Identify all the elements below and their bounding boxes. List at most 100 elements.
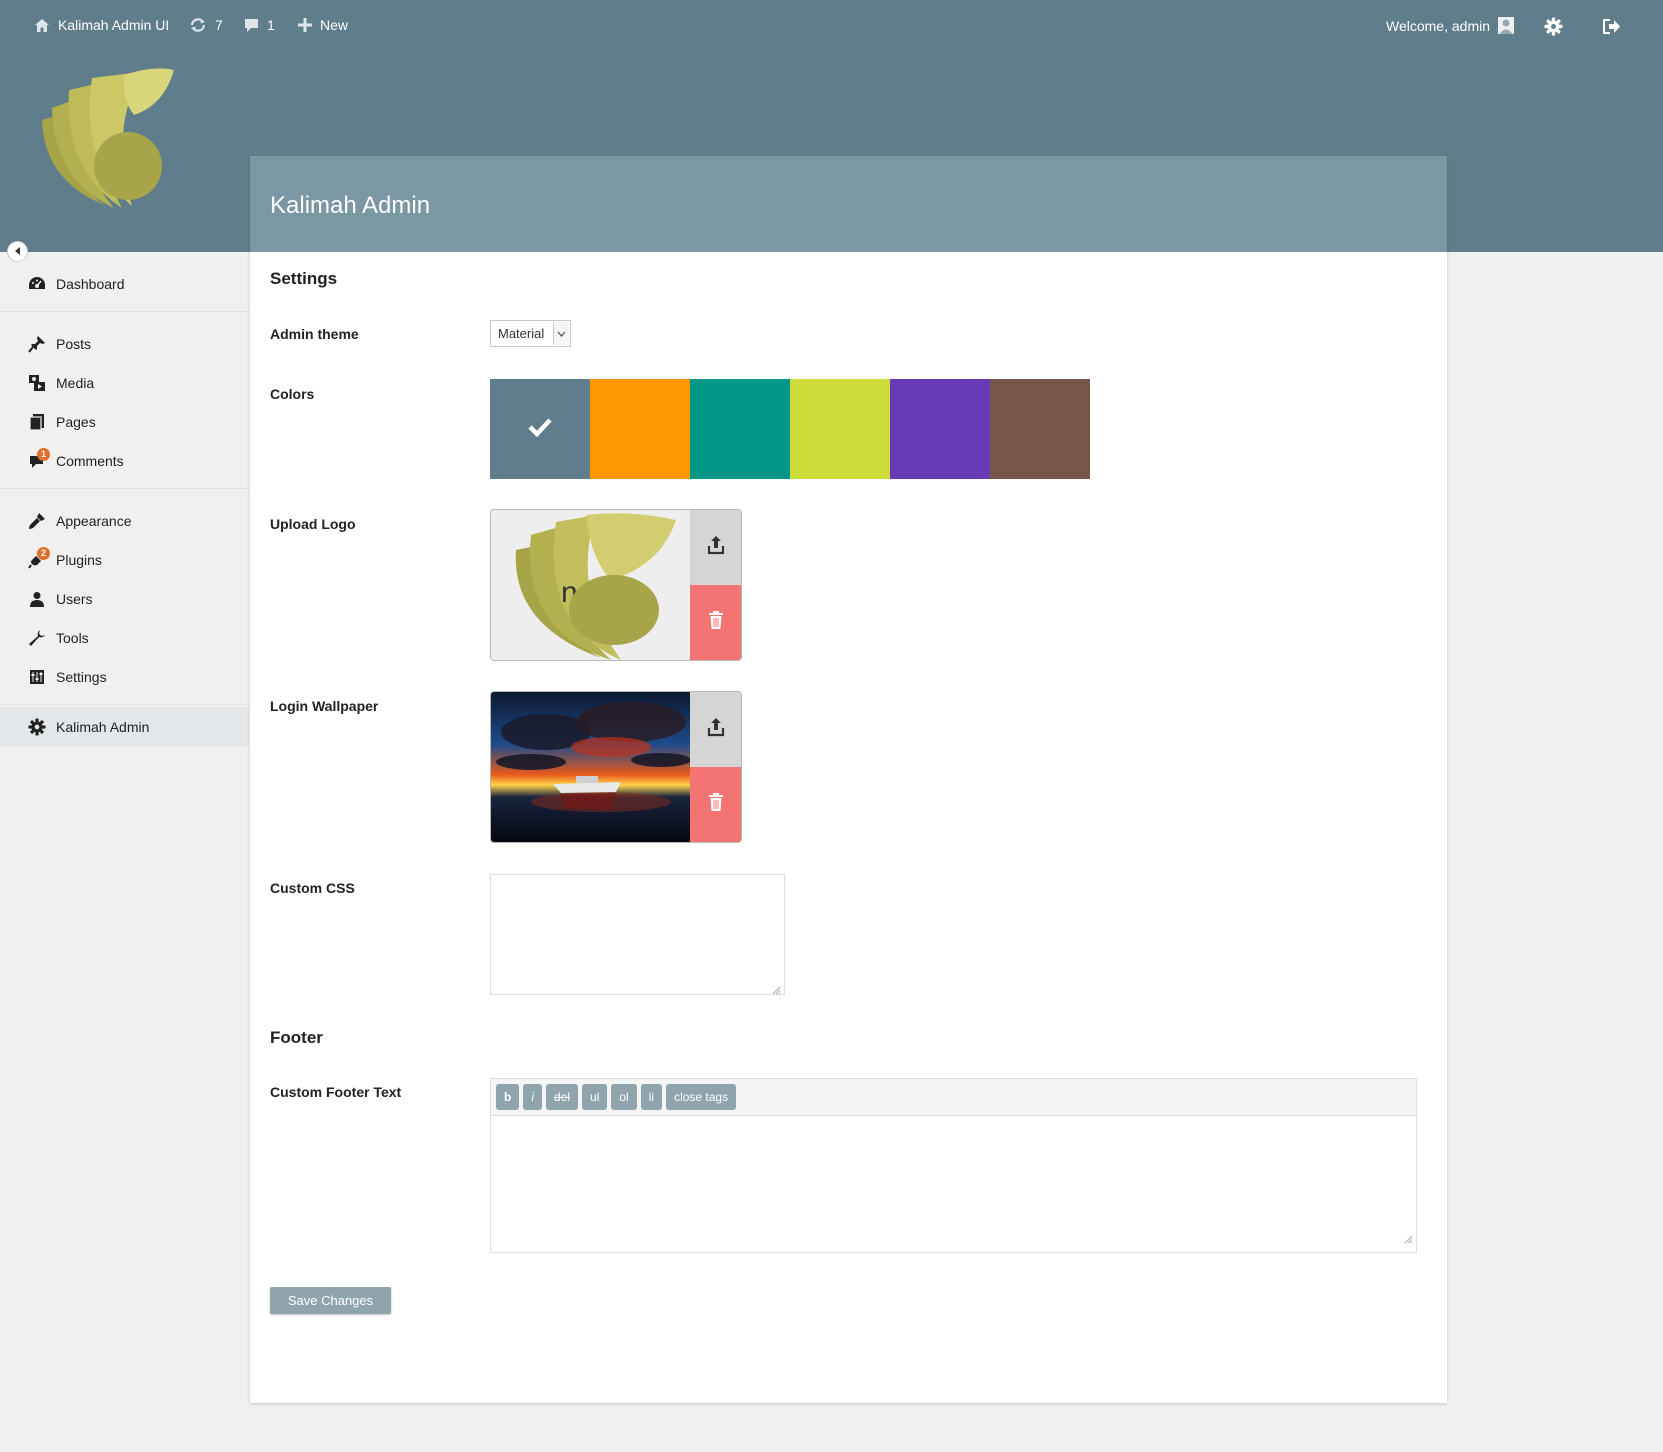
wrench-icon	[28, 629, 46, 647]
quicktag-button[interactable]: ul	[582, 1084, 608, 1110]
welcome-text: Welcome, admin	[1386, 17, 1491, 34]
color-swatch[interactable]	[790, 379, 890, 479]
resize-grip-icon[interactable]	[1404, 1231, 1413, 1249]
upload-icon	[707, 717, 725, 742]
sidebar-item-comments[interactable]: 1 Comments	[0, 441, 249, 480]
colors-label: Colors	[270, 386, 315, 402]
wallpaper-preview	[491, 692, 691, 842]
color-swatches	[490, 379, 1090, 479]
comment-icon: 1	[28, 447, 50, 470]
gear-icon	[28, 717, 46, 736]
sidebar-item-dashboard[interactable]: Dashboard	[0, 264, 249, 303]
sidebar-item-media[interactable]: Media	[0, 363, 249, 402]
chevron-down-icon	[553, 322, 569, 345]
media-icon	[28, 374, 46, 392]
custom-css-textarea[interactable]	[490, 874, 785, 995]
comments-link[interactable]: 1	[244, 17, 275, 33]
save-changes-button[interactable]: Save Changes	[270, 1287, 391, 1314]
color-swatch[interactable]	[890, 379, 990, 479]
sidebar-item-plugins[interactable]: 2 Plugins	[0, 540, 249, 579]
sidebar-item-settings[interactable]: Settings	[0, 657, 249, 696]
plus-icon	[298, 18, 312, 32]
wallpaper-remove-button[interactable]	[690, 767, 741, 842]
quicktag-button[interactable]: del	[546, 1084, 579, 1110]
new-label: New	[320, 17, 349, 33]
avatar	[1498, 17, 1515, 34]
login-wallpaper-label: Login Wallpaper	[270, 698, 379, 714]
quicktags-toolbar: b i del ul ol li close tags	[491, 1079, 1416, 1116]
sidebar-item-kalimah-admin[interactable]: Kalimah Admin	[0, 707, 249, 746]
logo-upload-button[interactable]	[690, 510, 741, 585]
collapse-menu-button[interactable]	[7, 241, 28, 262]
color-swatch[interactable]	[690, 379, 790, 479]
color-swatch[interactable]	[590, 379, 690, 479]
pages-icon	[28, 413, 46, 431]
sidebar-item-appearance[interactable]: Appearance	[0, 501, 249, 540]
footer-textarea[interactable]	[491, 1116, 1416, 1252]
logo-remove-button[interactable]	[690, 585, 741, 660]
admin-theme-label: Admin theme	[270, 326, 359, 342]
brush-icon	[28, 512, 46, 530]
sidebar-item-tools[interactable]: Tools	[0, 618, 249, 657]
custom-css-label: Custom CSS	[270, 880, 355, 896]
sidebar-item-label: Pages	[56, 413, 96, 430]
admin-toolbar: Kalimah Admin UI 7 1 New Welcome, admin	[0, 0, 1663, 54]
updates-count: 7	[215, 17, 223, 33]
updates-link[interactable]: 7	[189, 17, 223, 33]
home-icon	[34, 18, 50, 33]
color-swatch[interactable]	[990, 379, 1090, 479]
footer-heading: Footer	[270, 1028, 323, 1047]
settings-heading: Settings	[270, 269, 338, 288]
footer-editor: b i del ul ol li close tags	[490, 1078, 1417, 1253]
plugins-badge: 2	[37, 546, 50, 560]
gear-icon	[1544, 17, 1563, 36]
sidebar-item-posts[interactable]: Posts	[0, 324, 249, 363]
comments-count: 1	[267, 17, 275, 33]
sidebar-item-label: Comments	[56, 452, 124, 469]
refresh-icon	[189, 17, 207, 33]
wallpaper-uploader	[490, 691, 742, 843]
logo-uploader: n	[490, 509, 742, 661]
upload-icon	[707, 535, 725, 560]
custom-footer-label: Custom Footer Text	[270, 1084, 402, 1100]
admin-theme-select[interactable]: Material	[490, 320, 571, 347]
sidebar-item-users[interactable]: Users	[0, 579, 249, 618]
settings-link[interactable]	[1544, 17, 1563, 36]
settings-icon	[28, 668, 46, 686]
admin-sidebar: Dashboard Posts Media Pages 1 Comments A…	[0, 252, 249, 746]
dashboard-icon	[28, 275, 46, 293]
site-name: Kalimah Admin UI	[58, 17, 170, 33]
account-menu[interactable]: Welcome, admin	[1386, 17, 1515, 34]
quicktag-button[interactable]: close tags	[666, 1084, 737, 1110]
menu-separator	[0, 488, 249, 489]
quicktag-button[interactable]: li	[640, 1084, 663, 1110]
color-swatch[interactable]	[490, 379, 590, 479]
trash-icon	[708, 611, 724, 634]
trash-icon	[708, 793, 724, 816]
menu-separator	[0, 311, 249, 312]
comments-badge: 1	[37, 447, 50, 461]
sidebar-item-label: Users	[56, 590, 93, 607]
sidebar-item-label: Dashboard	[56, 275, 125, 292]
sidebar-item-label: Tools	[56, 629, 89, 646]
sidebar-item-pages[interactable]: Pages	[0, 402, 249, 441]
sidebar-item-label: Posts	[56, 335, 92, 352]
sidebar-item-label: Plugins	[56, 551, 102, 568]
sidebar-item-label: Appearance	[56, 512, 132, 529]
new-content-link[interactable]: New	[298, 17, 348, 33]
pin-icon	[28, 335, 46, 353]
quicktag-button[interactable]: i	[523, 1084, 543, 1110]
admin-theme-value: Material	[498, 326, 545, 341]
comment-bubble-icon	[244, 18, 259, 33]
logo-preview: n	[491, 510, 691, 660]
sidebar-item-label: Media	[56, 374, 95, 391]
upload-logo-label: Upload Logo	[270, 516, 356, 532]
settings-card: Kalimah Admin Settings Admin theme Mater…	[250, 156, 1447, 1403]
checkmark-icon	[528, 417, 552, 442]
menu-separator	[0, 704, 249, 705]
wallpaper-upload-button[interactable]	[690, 692, 741, 767]
quicktag-button[interactable]: b	[496, 1084, 520, 1110]
site-home-link[interactable]: Kalimah Admin UI	[34, 17, 169, 33]
quicktag-button[interactable]: ol	[611, 1084, 637, 1110]
logout-link[interactable]	[1602, 18, 1621, 35]
